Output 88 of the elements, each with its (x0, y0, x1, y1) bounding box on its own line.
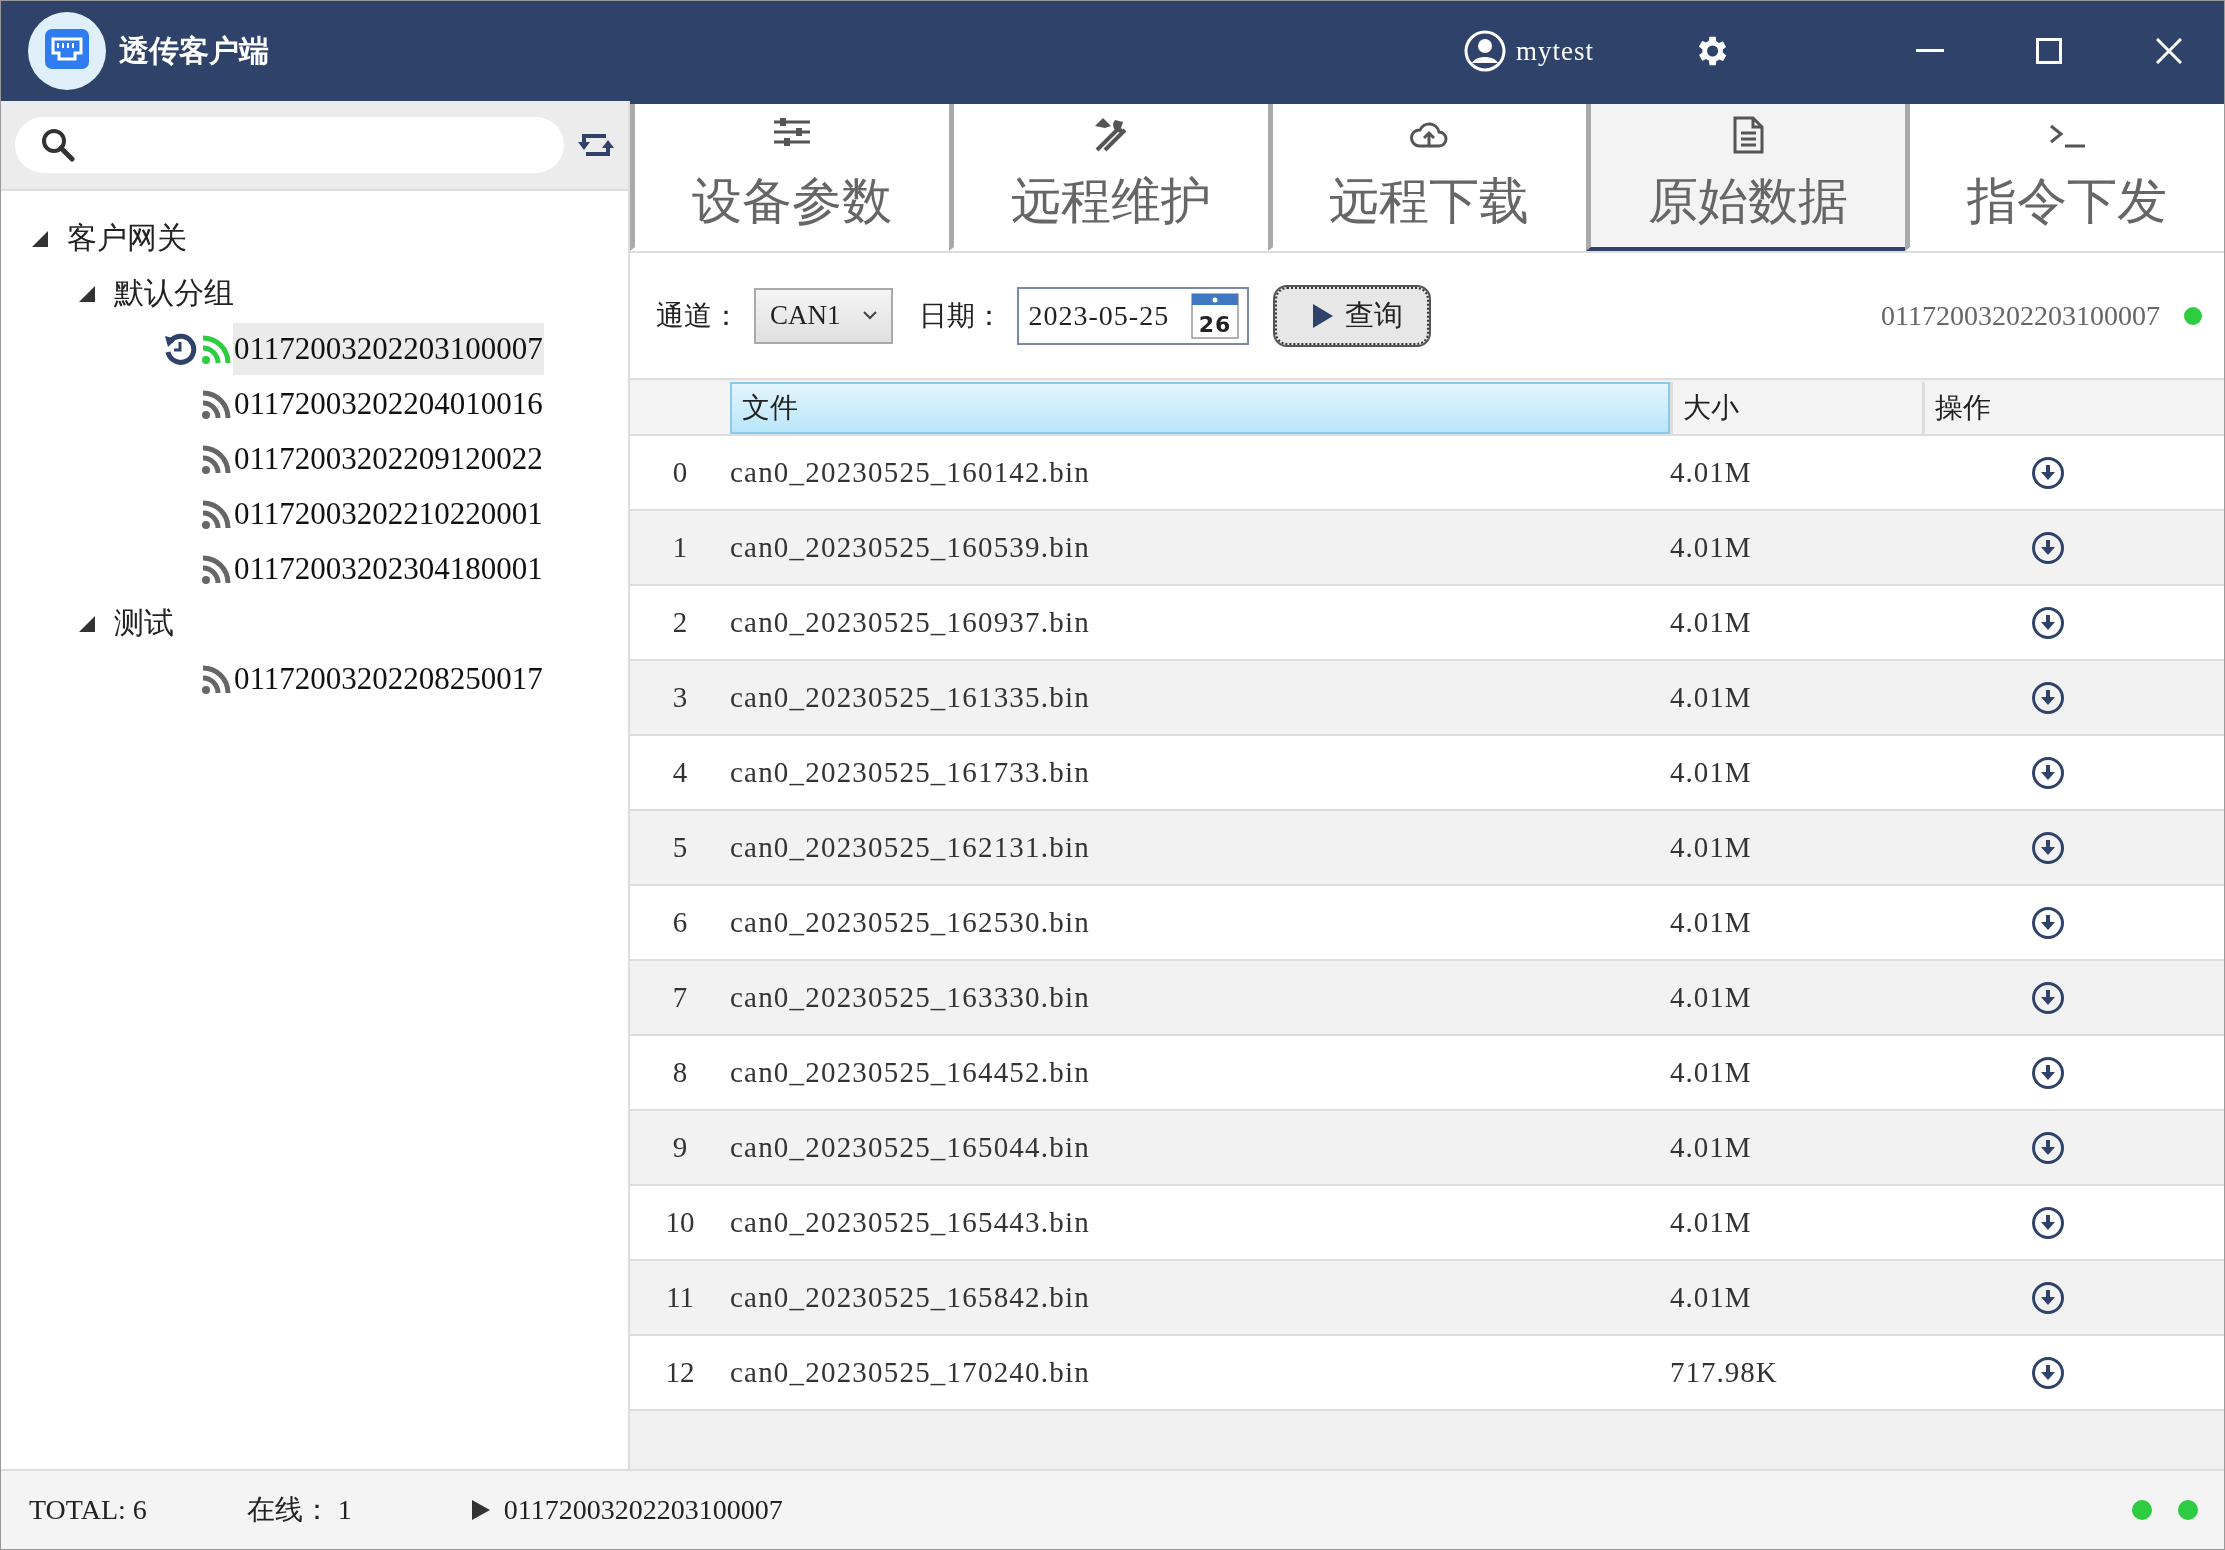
download-icon[interactable] (2031, 830, 2065, 865)
expander-icon[interactable] (78, 284, 96, 303)
user-icon[interactable] (1464, 30, 1506, 72)
expander-icon[interactable] (78, 614, 96, 633)
file-size: 4.01M (1670, 1281, 1753, 1314)
row-index: 7 (671, 981, 689, 1014)
file-size: 4.01M (1670, 831, 1753, 864)
file-name: can0_20230525_165044.bin (730, 1131, 1091, 1164)
date-label: 日期： (918, 297, 1003, 334)
tree-group-label[interactable]: 测试 (114, 603, 174, 644)
calendar-icon[interactable]: 26 (1191, 292, 1240, 339)
download-icon[interactable] (2031, 680, 2065, 715)
user-name[interactable]: mytest (1516, 35, 1594, 67)
download-icon[interactable] (2031, 530, 2065, 565)
search-field[interactable] (15, 117, 564, 173)
maximize-icon[interactable] (2036, 38, 2062, 64)
row-index: 1 (671, 531, 689, 564)
device-id: 01172003202203100007 (1881, 299, 2160, 332)
query-button[interactable]: 查询 (1275, 286, 1430, 345)
device-id[interactable]: 01172003202208250017 (233, 652, 544, 705)
file-name: can0_20230525_165443.bin (730, 1206, 1091, 1239)
play-icon (471, 1500, 490, 1520)
file-name: can0_20230525_161733.bin (730, 756, 1091, 789)
file-name: can0_20230525_161335.bin (730, 681, 1091, 714)
row-index: 11 (665, 1281, 695, 1314)
channel-label: 通道： (656, 297, 740, 334)
device-id[interactable]: 01172003202304180001 (233, 542, 544, 595)
file-size: 4.01M (1670, 756, 1753, 789)
file-size: 717.98K (1670, 1356, 1779, 1389)
device-id[interactable]: 01172003202203100007 (233, 322, 544, 375)
file-name: can0_20230525_163330.bin (730, 981, 1091, 1014)
download-icon[interactable] (2031, 455, 2065, 490)
row-index: 3 (671, 681, 689, 714)
total-count: TOTAL: 6 (29, 1494, 147, 1526)
file-size: 4.01M (1670, 906, 1753, 939)
file-name: can0_20230525_160937.bin (730, 606, 1091, 639)
channel-dropdown[interactable]: CAN1 (754, 287, 893, 344)
file-name: can0_20230525_160539.bin (730, 531, 1091, 564)
file-size: 4.01M (1670, 456, 1753, 489)
file-name: can0_20230525_162530.bin (730, 906, 1091, 939)
file-name: can0_20230525_165842.bin (730, 1281, 1091, 1314)
device-id[interactable]: 01172003202209120022 (233, 432, 544, 485)
caret-icon (862, 311, 877, 320)
window-title: 透传客户端 (119, 31, 269, 70)
minimize-icon[interactable] (1916, 49, 1944, 53)
file-name: can0_20230525_160142.bin (730, 456, 1091, 489)
file-size: 4.01M (1670, 531, 1753, 564)
file-name: can0_20230525_170240.bin (730, 1356, 1091, 1389)
download-icon[interactable] (2031, 1205, 2065, 1240)
online-count: 在线： 1 (246, 1493, 352, 1527)
download-icon[interactable] (2031, 905, 2065, 940)
row-index: 0 (671, 456, 689, 489)
download-icon[interactable] (2031, 1355, 2065, 1390)
row-index: 5 (671, 831, 689, 864)
download-icon[interactable] (2031, 605, 2065, 640)
tree-group-label[interactable]: 客户网关 (67, 218, 187, 259)
current-device: 01172003202203100007 (503, 1494, 783, 1526)
download-icon[interactable] (2031, 755, 2065, 790)
file-size: 4.01M (1670, 1131, 1753, 1164)
file-size: 4.01M (1670, 1206, 1753, 1239)
row-index: 2 (671, 606, 689, 639)
file-size: 4.01M (1670, 681, 1753, 714)
expander-icon[interactable] (31, 229, 49, 248)
device-id[interactable]: 01172003202210220001 (233, 487, 544, 540)
file-size: 4.01M (1670, 606, 1753, 639)
row-index: 10 (664, 1206, 696, 1239)
download-icon[interactable] (2031, 980, 2065, 1015)
file-size: 4.01M (1670, 1056, 1753, 1089)
download-icon[interactable] (2031, 1130, 2065, 1165)
tab[interactable]: 原始数据 (1586, 104, 1906, 251)
tree-group-label[interactable]: 默认分组 (114, 273, 234, 314)
file-name: can0_20230525_164452.bin (730, 1056, 1091, 1089)
history-icon[interactable] (163, 331, 197, 366)
search-icon (41, 128, 75, 162)
row-index: 8 (671, 1056, 689, 1089)
download-icon[interactable] (2031, 1280, 2065, 1315)
row-index: 9 (671, 1131, 689, 1164)
file-size: 4.01M (1670, 981, 1753, 1014)
date-field[interactable]: 2023-05-25 26 (1016, 286, 1250, 345)
play-icon (1313, 303, 1334, 328)
column-header[interactable]: 文件 (730, 382, 1670, 434)
row-index: 4 (671, 756, 689, 789)
download-icon[interactable] (2031, 1055, 2065, 1090)
row-index: 6 (671, 906, 689, 939)
device-id[interactable]: 01172003202204010016 (233, 377, 544, 430)
file-name: can0_20230525_162131.bin (730, 831, 1091, 864)
close-icon[interactable] (2156, 38, 2182, 64)
row-index: 12 (664, 1356, 696, 1389)
